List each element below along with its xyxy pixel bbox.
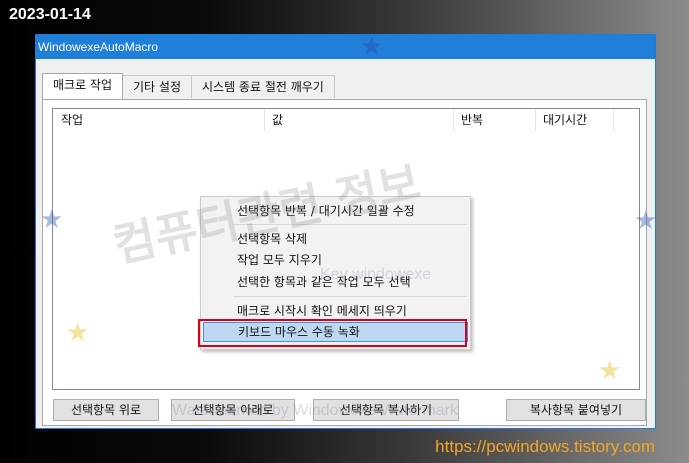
column-header-value[interactable]: 값 [264,109,455,131]
menu-separator [233,224,467,225]
column-divider [613,109,614,131]
site-url: https://pcwindows.tistory.com [435,437,655,456]
menu-separator [233,296,467,297]
tab-macro-tasks[interactable]: 매크로 작업 [42,73,124,99]
column-header-repeat[interactable]: 반복 [453,109,535,131]
menu-item-bulk-edit[interactable]: 선택항목 반복 / 대기시간 일괄 수정 [203,201,468,221]
window-title: WindowexeAutoMacro [36,35,655,59]
tab-other-settings[interactable]: 기타 설정 [122,75,192,98]
menu-item-start-confirm[interactable]: 매크로 시작시 확인 메세지 띄우기 [203,301,468,321]
tab-bar: 매크로 작업 기타 설정 시스템 종료 절전 깨우기 [42,73,335,99]
menu-item-select-same[interactable]: 선택한 항목과 같은 작업 모두 선택 [203,272,468,292]
paste-button[interactable]: 복사항목 붙여넣기 [506,399,646,421]
date-stamp: 2023-01-14 [9,6,91,23]
copy-button[interactable]: 선택항목 복사하기 [313,399,459,421]
move-down-button[interactable]: 선택항목 아래로 [171,399,295,421]
column-header-task[interactable]: 작업 [53,109,264,131]
highlight-outline [198,319,467,347]
menu-item-delete-selected[interactable]: 선택항목 삭제 [203,229,468,249]
menu-item-clear-all[interactable]: 작업 모두 지우기 [203,250,468,270]
move-up-button[interactable]: 선택항목 위로 [53,399,159,421]
tab-system-shutdown[interactable]: 시스템 종료 절전 깨우기 [191,75,335,98]
column-header-wait-time[interactable]: 대기시간 [535,109,613,131]
